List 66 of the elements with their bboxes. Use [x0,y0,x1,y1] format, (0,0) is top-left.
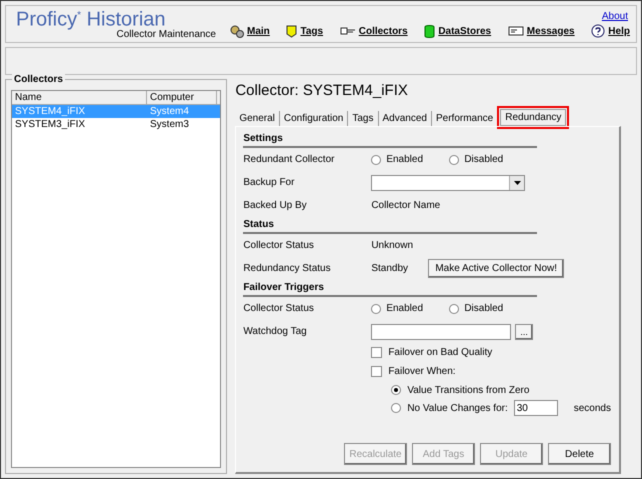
name-cell-text: SYSTEM4_iFIX [14,105,86,118]
field-label: Collector Status [243,303,315,314]
radio-button[interactable] [371,304,382,314]
help-icon[interactable] [591,24,606,38]
backup-dropdown[interactable] [371,174,526,190]
tag-icon[interactable] [286,24,298,38]
plug-icon[interactable] [340,26,356,36]
radio-label: No Value Changes for: [407,402,508,414]
section-title: Failover Triggers [243,280,537,297]
group-title: Collectors [12,74,65,85]
app-subtitle: Collector Maintenance [116,29,216,40]
nav-link[interactable]: Help [608,26,630,36]
database-icon[interactable] [424,24,436,38]
section-title: Status [243,217,537,234]
section-title: Settings [243,131,537,148]
tab[interactable]: Tags [348,111,378,126]
tab[interactable]: General [235,111,280,126]
nav-link[interactable]: Main [247,26,270,36]
radio-label: Disabled [464,303,504,314]
computer-cell-text: System3 [149,118,190,131]
radio-label: Enabled [386,154,424,165]
radio-label: Value Transitions from Zero [407,384,530,396]
browse-button[interactable]: ... [515,324,533,340]
name-cell-text: SYSTEM3_iFIX [14,118,86,131]
computer-cell-text: System4 [149,105,190,118]
field-label: Backup For [243,177,296,188]
checkbox[interactable] [371,347,382,358]
tab[interactable]: Advanced [378,111,432,126]
field-label: Redundant Collector [243,154,336,165]
field-value: Standby [371,263,410,274]
radio-button[interactable] [371,154,382,164]
unit-label: seconds [574,402,611,414]
gears-icon[interactable] [230,24,244,38]
watchdog-field[interactable] [371,324,512,340]
about-link[interactable]: About [602,11,628,22]
radio-button[interactable] [449,304,460,314]
radio-label: Disabled [464,154,504,165]
field-value: Collector Name [371,200,440,211]
action-button[interactable]: Delete [548,443,611,465]
field-value: Unknown [371,240,414,251]
list-row[interactable]: SYSTEM3_iFIX System3 [12,118,220,131]
tab[interactable]: Configuration [280,111,348,126]
nav-link[interactable]: Messages [526,26,575,36]
radio-button[interactable] [391,403,402,413]
nav-link[interactable]: Collectors [358,26,408,36]
nav-link[interactable]: DataStores [438,26,492,36]
collector-title: Collector: SYSTEM4_iFIX [235,82,409,99]
seconds-field[interactable]: 30 [514,400,558,416]
dropdown-arrow-icon [514,180,521,184]
column-header[interactable]: Name [12,91,147,104]
field-label: Collector Status [243,240,315,251]
radio-label: Enabled [386,303,424,314]
nav-link[interactable]: Tags [300,26,324,36]
tab[interactable]: Redundancy [500,109,566,126]
column-header[interactable]: Computer [147,91,217,104]
field-label: Watchdog Tag [243,326,308,337]
field-label: Redundancy Status [243,263,332,274]
field-label: Backed Up By [243,200,308,211]
product-logo: Proficy$^{*}$ Historian [16,8,166,31]
make-active-button[interactable]: Make Active Collector Now! [428,259,564,278]
radio-button[interactable] [449,154,460,164]
checkbox-label: Failover When: [388,366,456,377]
message-icon[interactable] [508,26,524,36]
checkbox-label: Failover on Bad Quality [388,347,492,358]
radio-button[interactable] [391,385,402,395]
checkbox[interactable] [371,366,382,377]
